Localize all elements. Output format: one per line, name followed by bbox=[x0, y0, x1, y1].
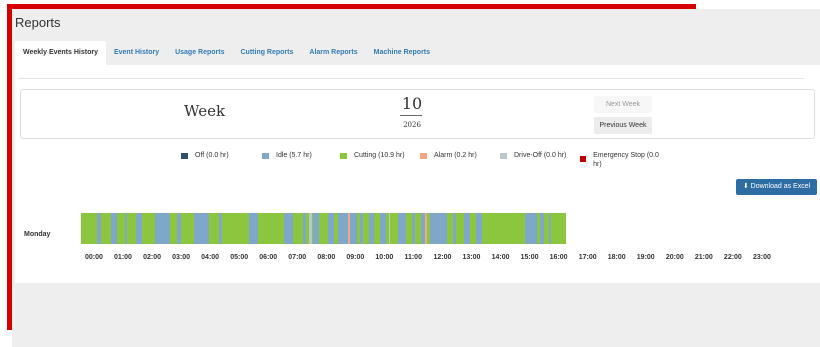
idle-segment bbox=[218, 213, 222, 244]
reports-app: Reports Weekly Events History Event Hist… bbox=[12, 9, 820, 347]
legend-label: Off (0.0 hr) bbox=[195, 152, 229, 159]
hour-tick-label: 04:00 bbox=[201, 254, 220, 261]
tab-machine-reports[interactable]: Machine Reports bbox=[366, 41, 438, 65]
idle-segment bbox=[359, 213, 363, 244]
off-swatch bbox=[181, 153, 188, 159]
tab-event-history[interactable]: Event History bbox=[106, 41, 167, 65]
idle-segment bbox=[525, 213, 537, 244]
idle-segment bbox=[136, 213, 142, 244]
legend-item-off: Off (0.0 hr) bbox=[181, 151, 229, 160]
next-week-button[interactable]: Next Week bbox=[594, 96, 652, 113]
idle-segment bbox=[368, 213, 375, 244]
tab-alarm-reports[interactable]: Alarm Reports bbox=[301, 41, 365, 65]
idle-segment bbox=[452, 213, 456, 244]
tab-weekly-events-history[interactable]: Weekly Events History bbox=[15, 41, 106, 65]
hour-tick-label: 11:00 bbox=[404, 254, 422, 261]
idle-swatch bbox=[262, 153, 269, 159]
hour-tick-label: 08:00 bbox=[317, 254, 336, 261]
idle-segment bbox=[327, 213, 334, 244]
alarm-segment bbox=[425, 213, 427, 244]
idle-segment bbox=[176, 213, 182, 244]
legend-label: Cutting (10.9 hr) bbox=[354, 152, 405, 159]
hour-tick-label: 15:00 bbox=[520, 254, 539, 261]
hour-tick-label: 02:00 bbox=[143, 254, 161, 261]
drive-off-swatch bbox=[500, 153, 507, 159]
idle-segment bbox=[249, 213, 259, 244]
hour-tick-label: 20:00 bbox=[665, 254, 684, 261]
idle-segment bbox=[548, 213, 552, 244]
idle-segment bbox=[397, 213, 407, 244]
legend-label: Drive-Off (0.0 hr) bbox=[514, 152, 567, 159]
previous-week-button[interactable]: Previous Week bbox=[594, 117, 652, 134]
tab-usage-reports[interactable]: Usage Reports bbox=[167, 41, 232, 65]
legend-item-emergency-stop: Emergency Stop (0.0 hr) bbox=[580, 151, 660, 169]
idle-segment bbox=[155, 213, 170, 244]
page-title: Reports bbox=[15, 15, 61, 30]
hour-tick-label: 05:00 bbox=[230, 254, 249, 261]
legend-item-drive-off: Drive-Off (0.0 hr) bbox=[500, 151, 566, 160]
drive-off-segment bbox=[308, 213, 312, 244]
idle-segment bbox=[475, 213, 482, 244]
week-number: 10 bbox=[401, 94, 423, 113]
hour-tick-label: 00:00 bbox=[85, 254, 103, 261]
hour-tick-label: 09:00 bbox=[346, 254, 365, 261]
hour-tick-label: 22:00 bbox=[723, 254, 742, 261]
hour-tick-label: 14:00 bbox=[491, 254, 510, 261]
day-timeline bbox=[81, 213, 566, 244]
alarm-swatch bbox=[420, 153, 427, 159]
download-excel-button[interactable]: ⬇ Download as Excel bbox=[736, 179, 817, 195]
hour-tick-label: 23:00 bbox=[752, 254, 771, 261]
idle-segment bbox=[194, 213, 209, 244]
weekly-events-panel: Week 10 2026 Next Week Previous Week Off… bbox=[15, 65, 820, 283]
week-selector: Week 10 2026 Next Week Previous Week bbox=[20, 89, 815, 139]
idle-segment bbox=[303, 213, 307, 244]
idle-segment bbox=[313, 213, 320, 244]
alarm-segment bbox=[348, 213, 351, 244]
idle-segment bbox=[412, 213, 415, 244]
idle-segment bbox=[429, 213, 447, 244]
hour-tick-label: 16:00 bbox=[549, 254, 568, 261]
download-icon: ⬇ bbox=[742, 183, 749, 190]
hour-tick-label: 10:00 bbox=[375, 254, 394, 261]
hour-tick-label: 21:00 bbox=[694, 254, 713, 261]
report-tabs: Weekly Events History Event History Usag… bbox=[15, 41, 438, 65]
cutting-swatch bbox=[340, 153, 347, 159]
status-legend: Off (0.0 hr) Idle (5.7 hr) Cutting (10.9… bbox=[15, 151, 820, 181]
week-divider bbox=[400, 115, 422, 116]
idle-segment bbox=[96, 213, 102, 244]
idle-segment bbox=[124, 213, 128, 244]
hour-tick-label: 03:00 bbox=[172, 254, 191, 261]
tab-cutting-reports[interactable]: Cutting Reports bbox=[233, 41, 302, 65]
legend-label: Alarm (0.2 hr) bbox=[434, 152, 477, 159]
hour-tick-label: 06:00 bbox=[259, 254, 278, 261]
hour-tick-label: 12:00 bbox=[433, 254, 452, 261]
hour-tick-label: 17:00 bbox=[578, 254, 597, 261]
week-label: Week bbox=[184, 102, 226, 120]
idle-segment bbox=[380, 213, 386, 244]
week-year: 2026 bbox=[403, 121, 421, 129]
hour-tick-label: 13:00 bbox=[462, 254, 481, 261]
divider bbox=[18, 78, 804, 79]
hour-tick-label: 01:00 bbox=[114, 254, 132, 261]
legend-item-idle: Idle (5.7 hr) bbox=[262, 151, 312, 160]
download-label: Download as Excel bbox=[750, 183, 811, 190]
legend-item-alarm: Alarm (0.2 hr) bbox=[420, 151, 477, 160]
emergency-stop-swatch bbox=[580, 156, 587, 162]
hour-axis: 00:00 01:00 02:00 03:00 04:00 05:00 06:00 07:00… bbox=[15, 254, 820, 264]
legend-label: Emergency Stop (0.0 hr) bbox=[593, 152, 659, 168]
idle-segment bbox=[111, 213, 118, 244]
hour-tick-label: 07:00 bbox=[288, 254, 307, 261]
idle-segment bbox=[539, 213, 545, 244]
hour-tick-label: 19:00 bbox=[636, 254, 655, 261]
drive-off-segment bbox=[388, 213, 391, 244]
legend-item-cutting: Cutting (10.9 hr) bbox=[340, 151, 405, 160]
idle-segment bbox=[464, 213, 471, 244]
day-label: Monday bbox=[24, 231, 51, 238]
hour-tick-label: 18:00 bbox=[607, 254, 626, 261]
idle-segment bbox=[284, 213, 293, 244]
legend-label: Idle (5.7 hr) bbox=[276, 152, 312, 159]
